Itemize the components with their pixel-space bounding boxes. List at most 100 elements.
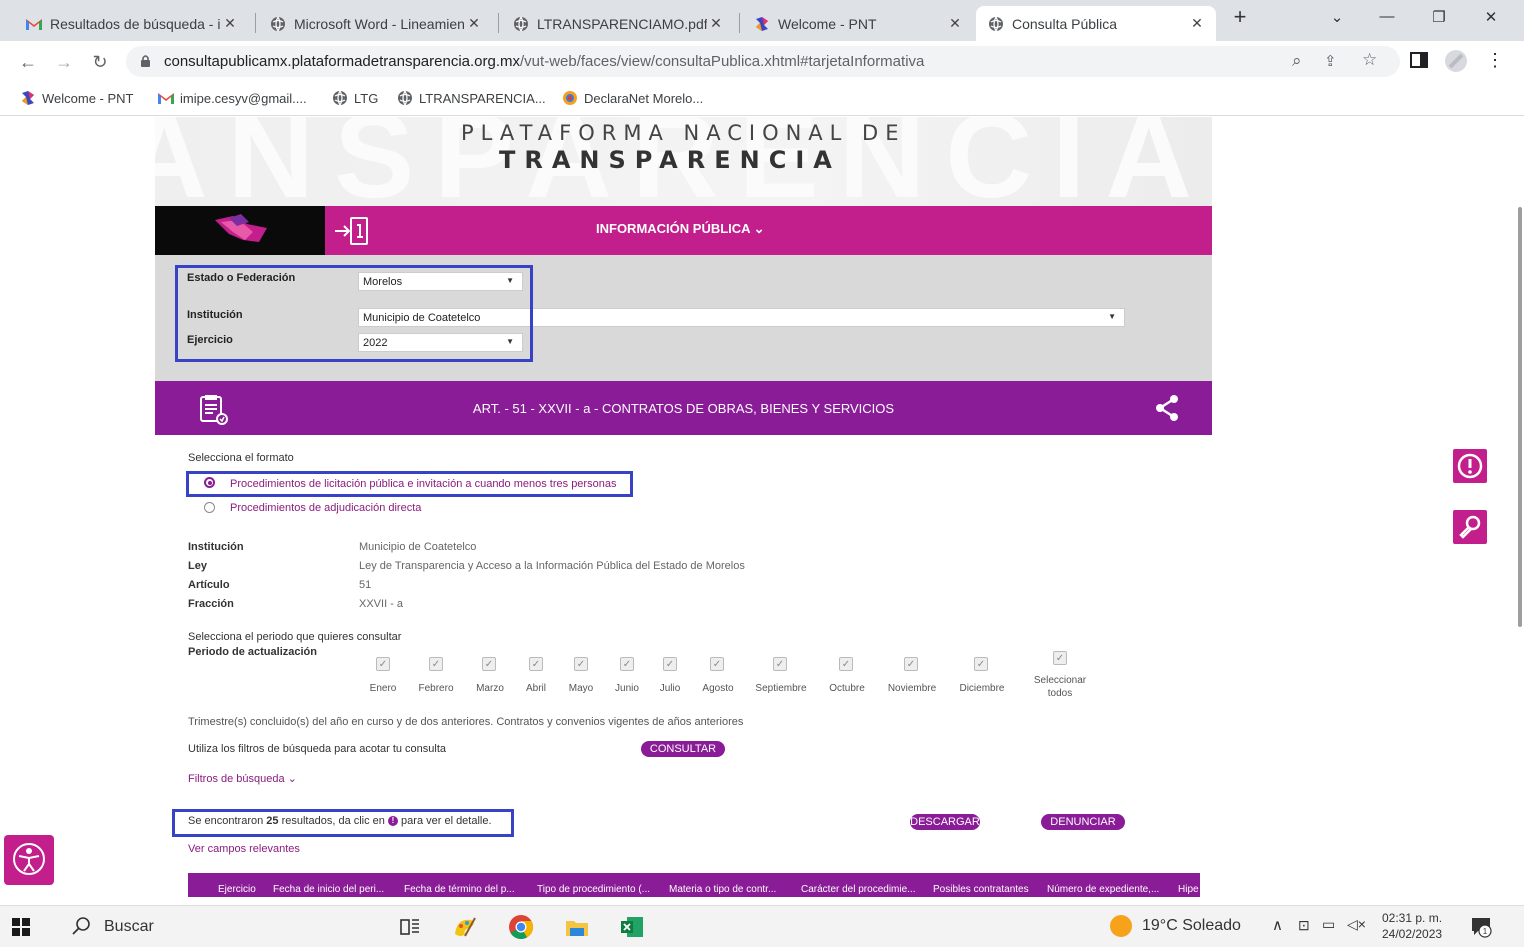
paint-icon[interactable] [451,914,477,940]
reload-button[interactable]: ↻ [88,50,112,74]
search-icon [72,916,92,936]
back-button[interactable]: ← [16,50,40,74]
close-icon[interactable]: ✕ [707,15,725,32]
month-checkbox-diciembre[interactable]: ✓ [974,657,988,671]
column-header[interactable]: Ejercicio [218,884,256,895]
kebab-menu-icon[interactable]: ⋮ [1486,50,1504,71]
minimize-button[interactable]: — [1372,8,1402,32]
article-bar: ART. - 51 - XXVII - a - CONTRATOS DE OBR… [155,381,1212,435]
denunciar-button[interactable]: DENUNCIAR [1041,814,1125,830]
bookmark-declaranet[interactable]: DeclaraNet Morelo... [562,90,703,106]
globe-icon [333,90,347,106]
globe-icon [988,16,1004,32]
file-explorer-icon[interactable] [564,914,590,940]
month-checkbox-septiembre[interactable]: ✓ [773,657,787,671]
bookmark-ltransparencia[interactable]: LTRANSPARENCIA... [397,90,546,106]
chrome-icon[interactable] [508,914,534,940]
column-header[interactable]: Fecha de inicio del peri... [273,884,384,895]
month-checkbox-octubre[interactable]: ✓ [839,657,853,671]
tray-device-icon[interactable]: ⊡ [1298,917,1310,934]
tab-pdf[interactable]: LTRANSPARENCIAMO.pdf ✕ [501,6,735,41]
restore-button[interactable]: ❐ [1424,8,1454,32]
month-label: Julio [659,683,681,694]
month-label: Abril [525,683,546,694]
bookmark-gmail[interactable]: imipe.cesyv@gmail.... [158,90,307,106]
detail-value-ley: Ley de Transparencia y Acceso a la Infor… [359,560,745,572]
alert-icon [1457,453,1483,479]
month-checkbox-agosto[interactable]: ✓ [710,657,724,671]
close-icon[interactable]: ✕ [946,15,964,32]
descargar-button[interactable]: DESCARGAR [910,814,980,830]
close-icon[interactable]: ✕ [465,15,483,32]
excel-icon[interactable] [619,914,645,940]
month-label: Junio [615,683,639,694]
close-icon[interactable]: ✕ [221,15,239,32]
month-checkbox-febrero[interactable]: ✓ [429,657,443,671]
ver-campos-relevantes-link[interactable]: Ver campos relevantes [188,843,300,855]
tab-pnt[interactable]: Welcome - PNT ✕ [742,6,974,41]
share-icon[interactable] [1154,394,1180,422]
select-all-checkbox[interactable]: ✓ [1053,651,1067,665]
star-icon[interactable]: ☆ [1362,50,1377,70]
format-option2-label[interactable]: Procedimientos de adjudicación directa [230,502,421,514]
zoom-icon[interactable]: ⌕ [1292,51,1302,71]
volume-icon[interactable]: ◁× [1347,916,1366,933]
globe-icon [270,16,286,32]
select-all-label-1: Seleccionar [1033,675,1087,686]
tab-gmail[interactable]: Resultados de búsqueda - im ✕ [14,6,249,41]
filtros-busqueda-link[interactable]: Filtros de búsqueda ⌄ [188,772,297,785]
column-header[interactable]: Materia o tipo de contr... [669,884,776,895]
accessibility-button[interactable] [4,835,54,885]
column-header[interactable]: Hipe [1178,884,1199,895]
tab-consulta-publica[interactable]: Consulta Pública ✕ [976,6,1216,41]
taskbar-clock[interactable]: 02:31 p. m. 24/02/2023 [1382,910,1442,942]
month-checkbox-junio[interactable]: ✓ [620,657,634,671]
month-checkbox-abril[interactable]: ✓ [529,657,543,671]
side-panel-icon[interactable] [1410,51,1428,69]
pnt-logo[interactable] [155,206,325,255]
notifications-icon[interactable]: 1 [1470,916,1492,938]
share-icon[interactable]: ⇪ [1324,52,1337,70]
month-checkbox-enero[interactable]: ✓ [376,657,390,671]
page-scrollbar[interactable] [1516,117,1524,897]
new-tab-button[interactable]: + [1225,4,1255,29]
windows-start-icon[interactable] [12,918,30,936]
column-header[interactable]: Posibles contratantes [933,884,1029,895]
omnibox[interactable]: consultapublicamx.plataformadetransparen… [126,46,1400,77]
taskbar-search[interactable]: Buscar [46,906,376,948]
column-header[interactable]: Carácter del procedimie... [801,884,916,895]
task-view-icon[interactable] [397,914,423,940]
lock-icon[interactable] [140,54,151,68]
forward-button[interactable]: → [52,50,76,74]
chevron-up-icon[interactable]: ∧ [1272,916,1283,934]
month-checkbox-julio[interactable]: ✓ [663,657,677,671]
tab-word[interactable]: Microsoft Word - Lineamien ✕ [258,6,493,41]
window-close-button[interactable]: ✕ [1476,8,1506,32]
month-label: Enero [369,683,397,694]
profile-avatar[interactable] [1444,49,1468,73]
column-header[interactable]: Número de expediente,... [1047,884,1159,895]
month-checkbox-marzo[interactable]: ✓ [482,657,496,671]
login-icon[interactable] [333,216,369,246]
browser-tab-strip: Resultados de búsqueda - im ✕ Microsoft … [0,0,1524,41]
format-option2-radio[interactable] [204,502,215,513]
tools-button[interactable] [1453,510,1487,544]
alert-button[interactable] [1453,449,1487,483]
column-header[interactable]: Fecha de término del p... [404,884,515,895]
bookmark-ltg[interactable]: LTG [332,90,378,106]
weather-widget[interactable]: 19°C Soleado [1110,915,1241,937]
bookmarks-bar: Welcome - PNT imipe.cesyv@gmail.... LTG … [0,82,1524,116]
tab-label: Resultados de búsqueda - im [50,15,221,32]
column-header[interactable]: Tipo de procedimiento (... [537,884,650,895]
network-icon[interactable]: ▭ [1322,916,1335,933]
month-checkbox-mayo[interactable]: ✓ [574,657,588,671]
tab-label: Microsoft Word - Lineamien [294,15,465,32]
tab-search-chevron-icon[interactable]: ⌄ [1322,8,1352,32]
bookmark-welcome-pnt[interactable]: Welcome - PNT [20,90,134,106]
month-checkbox-noviembre[interactable]: ✓ [904,657,918,671]
consultar-button[interactable]: CONSULTAR [641,741,725,757]
close-icon[interactable]: ✕ [1188,15,1206,32]
period-label: Periodo de actualización [188,646,317,658]
informacion-publica-menu[interactable]: INFORMACIÓN PÚBLICA ⌄ [596,221,765,237]
scrollbar-thumb[interactable] [1518,207,1522,627]
